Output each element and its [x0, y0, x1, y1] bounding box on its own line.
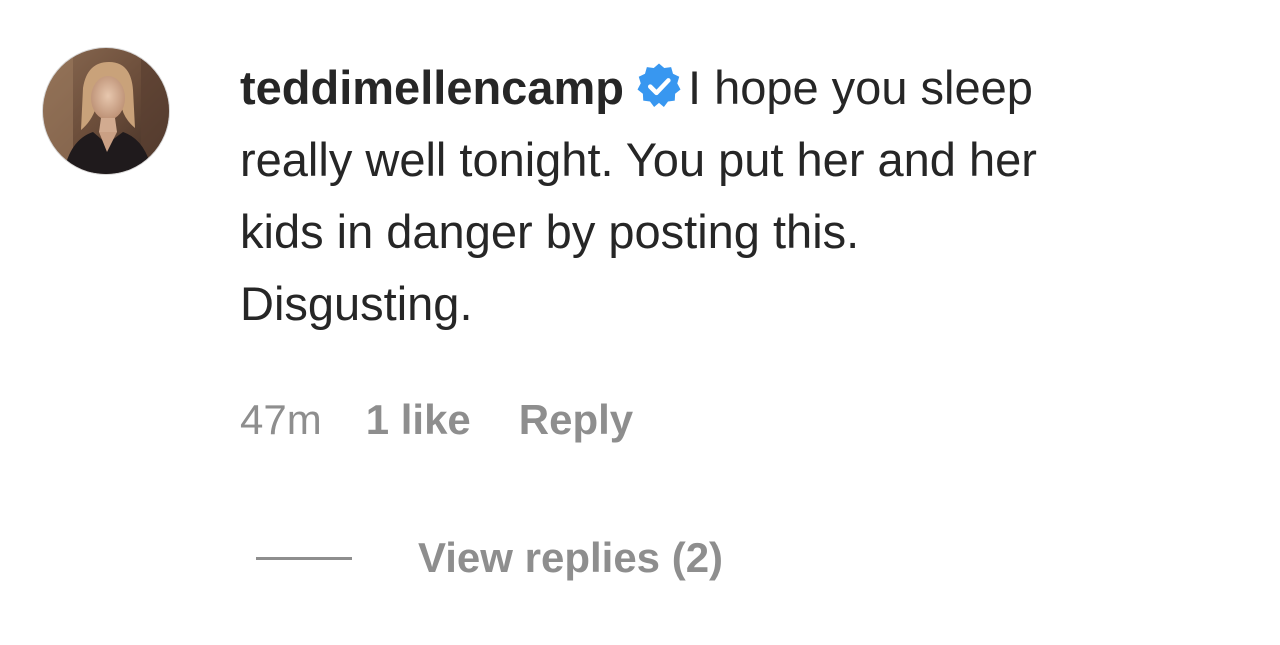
view-replies-label: View replies (2)	[418, 534, 724, 581]
comment-meta: 47m 1 like Reply	[240, 392, 633, 448]
view-replies-divider	[256, 556, 352, 560]
comment-text-block: teddimellencamp I hope you sleep really w…	[240, 52, 1250, 340]
reply-button[interactable]: Reply	[519, 392, 633, 448]
like-count[interactable]: 1 like	[366, 392, 471, 448]
profile-photo-icon	[43, 48, 169, 174]
comment: teddimellencamp I hope you sleep really w…	[0, 0, 1280, 645]
verified-badge-icon	[637, 63, 681, 107]
view-replies-button[interactable]: View replies (2)	[256, 530, 723, 586]
username-link[interactable]: teddimellencamp	[240, 61, 624, 114]
avatar[interactable]	[42, 47, 170, 175]
comment-time[interactable]: 47m	[240, 392, 322, 448]
comment-body: teddimellencamp I hope you sleep really w…	[240, 52, 1250, 340]
